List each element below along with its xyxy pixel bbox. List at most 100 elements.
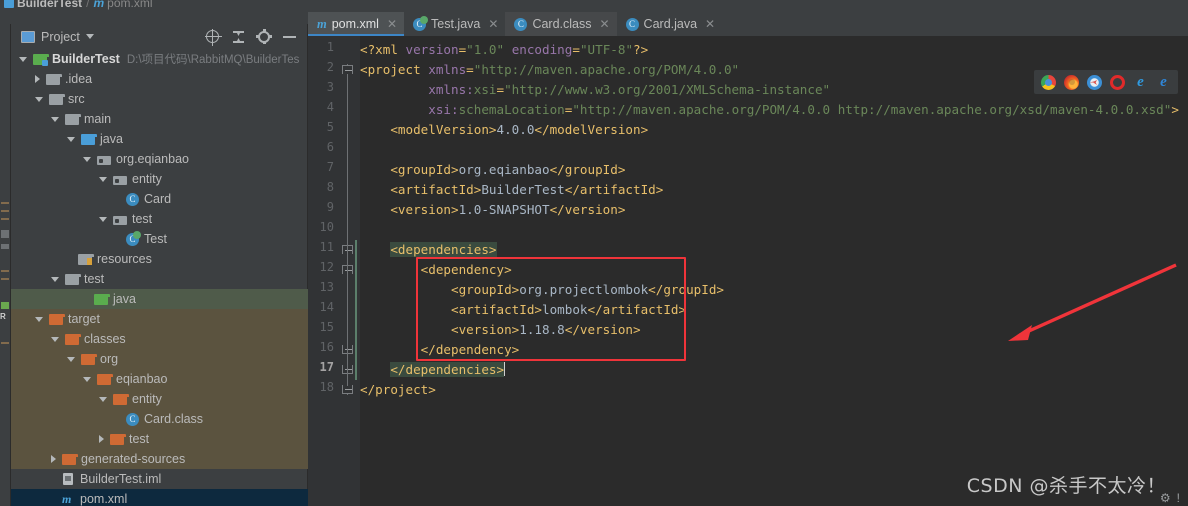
- tree-node[interactable]: C Card.class: [11, 409, 308, 429]
- tree-node[interactable]: org.eqianbao: [11, 149, 308, 169]
- editor-tab[interactable]: C Card.class ✕: [505, 12, 617, 36]
- tree-expand-arrow[interactable]: [99, 435, 104, 443]
- code-line[interactable]: [360, 220, 368, 240]
- opera-icon[interactable]: [1110, 74, 1125, 90]
- code-line[interactable]: <version>1.0-SNAPSHOT</version>: [360, 200, 625, 220]
- chevron-down-icon[interactable]: [85, 34, 94, 39]
- code-line[interactable]: <project xmlns="http://maven.apache.org/…: [360, 60, 739, 80]
- locate-icon[interactable]: [205, 29, 222, 46]
- tree-node[interactable]: entity: [11, 169, 308, 189]
- project-panel-title-group[interactable]: Project: [21, 30, 94, 44]
- tree-node[interactable]: BuilderTest.iml: [11, 469, 308, 489]
- tree-node[interactable]: target: [11, 309, 308, 329]
- code-line[interactable]: <artifactId>lombok</artifactId>: [360, 300, 686, 320]
- code-line[interactable]: </project>: [360, 380, 436, 400]
- tree-node[interactable]: test: [11, 269, 308, 289]
- project-tree[interactable]: BuilderTest D:\项目代码\RabbitMQ\BuilderTes .i…: [11, 49, 308, 506]
- tree-expand-arrow[interactable]: [51, 455, 56, 463]
- close-icon[interactable]: ✕: [488, 17, 498, 31]
- tree-node[interactable]: java: [11, 129, 308, 149]
- code-line[interactable]: <version>1.18.8</version>: [360, 320, 641, 340]
- tree-expand-arrow[interactable]: [67, 136, 75, 142]
- tree-expand-arrow[interactable]: [51, 336, 59, 342]
- gear-icon[interactable]: [256, 28, 272, 45]
- code-line[interactable]: <modelVersion>4.0.0</modelVersion>: [360, 120, 648, 140]
- editor-tab[interactable]: m pom.xml ✕: [308, 12, 405, 36]
- tree-node[interactable]: BuilderTest D:\项目代码\RabbitMQ\BuilderTes: [11, 49, 308, 69]
- tree-node[interactable]: entity: [11, 389, 308, 409]
- tree-node[interactable]: test: [11, 209, 308, 229]
- tree-expand-arrow[interactable]: [35, 316, 43, 322]
- tree-node[interactable]: src: [11, 89, 308, 109]
- tree-node-label: BuilderTest: [52, 52, 120, 66]
- editor-tabs[interactable]: m pom.xml ✕ C Test.java ✕ C Card.class ✕ C Card.ja…: [308, 12, 1188, 36]
- vcs-change-marker[interactable]: [355, 240, 357, 380]
- tree-expand-arrow[interactable]: [35, 75, 40, 83]
- tree-expand-arrow[interactable]: [83, 156, 91, 162]
- folder-icon: [46, 73, 62, 85]
- editor-tab[interactable]: C Test.java ✕: [404, 12, 505, 36]
- tree-node[interactable]: java: [11, 289, 308, 309]
- code-line[interactable]: <groupId>org.eqianbao</groupId>: [360, 160, 625, 180]
- tree-expand-arrow[interactable]: [35, 96, 43, 102]
- code-line[interactable]: xmlns:xsi="http://www.w3.org/2001/XMLSch…: [360, 80, 830, 100]
- code-line[interactable]: </dependencies>: [360, 360, 506, 380]
- tree-node[interactable]: generated-sources: [11, 449, 308, 469]
- minimize-icon[interactable]: [282, 29, 297, 44]
- code-token: <artifactId>: [451, 302, 542, 317]
- iml-file-icon: [62, 472, 75, 486]
- breadcrumb-file[interactable]: pom.xml: [107, 0, 152, 10]
- close-icon[interactable]: ✕: [705, 17, 715, 31]
- tree-node[interactable]: resources: [11, 249, 308, 269]
- line-number: 11: [319, 240, 334, 254]
- browser-launcher-bar[interactable]: ee: [1034, 70, 1178, 94]
- close-icon[interactable]: ✕: [387, 17, 397, 31]
- code-token: xmlns:: [428, 82, 474, 97]
- source-folder-icon: [81, 133, 97, 145]
- breadcrumb-project[interactable]: BuilderTest: [17, 0, 82, 10]
- exclamation-icon[interactable]: !: [1177, 491, 1180, 505]
- close-icon[interactable]: ✕: [599, 17, 609, 31]
- firefox-icon[interactable]: [1064, 74, 1079, 90]
- tree-node[interactable]: test: [11, 429, 308, 449]
- tree-expand-arrow[interactable]: [67, 356, 75, 362]
- code-line[interactable]: <artifactId>BuilderTest</artifactId>: [360, 180, 663, 200]
- tree-node[interactable]: eqianbao: [11, 369, 308, 389]
- code-editor[interactable]: 1 2 3 4 5 6 7 8 9 10 11 12 13 14 15 16 17 18 <?xml versio…: [308, 36, 1188, 506]
- excluded-folder-icon: [110, 433, 126, 445]
- safari-icon[interactable]: [1087, 74, 1102, 90]
- tree-node[interactable]: C Card: [11, 189, 308, 209]
- tree-expand-arrow[interactable]: [99, 396, 107, 402]
- tree-node[interactable]: m pom.xml: [11, 489, 308, 506]
- tree-expand-arrow[interactable]: [83, 376, 91, 382]
- tree-node-path: D:\项目代码\RabbitMQ\BuilderTes: [126, 54, 300, 66]
- code-line[interactable]: xsi:schemaLocation="http://maven.apache.…: [360, 100, 1179, 120]
- code-line[interactable]: <dependencies>: [360, 240, 497, 260]
- tree-node[interactable]: main: [11, 109, 308, 129]
- editor-tab[interactable]: C Card.java ✕: [617, 12, 723, 36]
- tree-expand-arrow[interactable]: [51, 276, 59, 282]
- ie-icon[interactable]: e: [1133, 74, 1148, 90]
- collapse-all-icon[interactable]: [231, 29, 246, 44]
- code-line[interactable]: <dependency>: [360, 260, 512, 280]
- tree-expand-arrow[interactable]: [51, 116, 59, 122]
- left-tool-strip[interactable]: R: [0, 24, 11, 506]
- code-line[interactable]: <?xml version="1.0" encoding="UTF-8"?>: [360, 40, 648, 60]
- analyze-icon[interactable]: ⚙: [1160, 491, 1171, 505]
- edge-icon[interactable]: e: [1156, 74, 1171, 90]
- editor-gutter[interactable]: 1 2 3 4 5 6 7 8 9 10 11 12 13 14 15 16 17 18: [308, 36, 360, 506]
- tree-node[interactable]: C Test: [11, 229, 308, 249]
- tree-node[interactable]: org: [11, 349, 308, 369]
- tree-expand-arrow[interactable]: [99, 216, 107, 222]
- tree-expand-arrow[interactable]: [19, 56, 27, 62]
- tree-expand-arrow[interactable]: [99, 176, 107, 182]
- tree-node[interactable]: .idea: [11, 69, 308, 89]
- code-line[interactable]: <groupId>org.projectlombok</groupId>: [360, 280, 724, 300]
- code-line[interactable]: </dependency>: [360, 340, 520, 360]
- tree-node[interactable]: classes: [11, 329, 308, 349]
- editor-tab-label: Card.java: [643, 17, 698, 31]
- chrome-icon[interactable]: [1041, 74, 1056, 90]
- code-line[interactable]: [360, 140, 368, 160]
